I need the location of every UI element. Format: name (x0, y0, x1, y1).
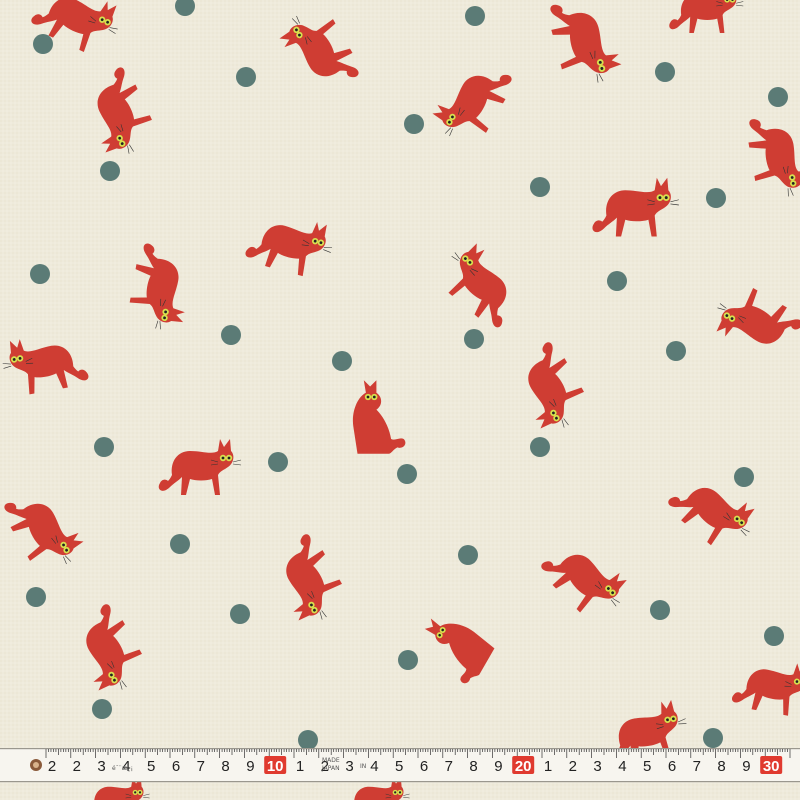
polka-dot (655, 62, 675, 82)
tape-number: 8 (717, 758, 725, 775)
fabric-photo: 2 2 3 4 5 6 7 8 9 10 1 2 3 4 5 6 7 8 9 20 1 2 3 4 5 6 7 8 9 30 é¯¨æ¸¡… (0, 0, 800, 800)
polka-dot (666, 341, 686, 361)
tape-made-label: MADE (322, 757, 340, 764)
tape-number: 20 (515, 758, 532, 775)
tape-number: 30 (763, 758, 780, 775)
polka-dot (768, 87, 788, 107)
tape-number: 5 (147, 758, 155, 775)
polka-dot (397, 464, 417, 484)
polka-dot (221, 325, 241, 345)
tape-japan-label: JAPAN (321, 765, 340, 772)
tape-number: 3 (593, 758, 601, 775)
polka-dot (92, 699, 112, 719)
tape-number: 2 (73, 758, 81, 775)
polka-dot (100, 161, 120, 181)
tape-number: 8 (221, 758, 229, 775)
polka-dot (332, 351, 352, 371)
tape-maker-label: é¯¨æ¸¡ (112, 765, 133, 772)
polka-dot (703, 728, 723, 748)
polka-dot (236, 67, 256, 87)
polka-dot (170, 534, 190, 554)
polka-dot (230, 604, 250, 624)
tape-number: 5 (643, 758, 651, 775)
tape-number: 6 (668, 758, 676, 775)
polka-dot (30, 264, 50, 284)
tape-number: 6 (420, 758, 428, 775)
polka-dot (26, 587, 46, 607)
tape-number: 7 (197, 758, 205, 775)
polka-dot (464, 329, 484, 349)
polka-dot (465, 6, 485, 26)
polka-dot (607, 271, 627, 291)
polka-dot (706, 188, 726, 208)
polka-dot (650, 600, 670, 620)
tape-number: 4 (370, 758, 378, 775)
polka-dot (458, 545, 478, 565)
polka-dot (94, 437, 114, 457)
tape-number: 7 (693, 758, 701, 775)
tape-number: 9 (742, 758, 750, 775)
measuring-tape: 2 2 3 4 5 6 7 8 9 10 1 2 3 4 5 6 7 8 9 20 1 2 3 4 5 6 7 8 9 30 é¯¨æ¸¡… (0, 748, 800, 783)
polka-dot (734, 467, 754, 487)
polka-dot (298, 730, 318, 750)
tape-number: 2 (569, 758, 577, 775)
polka-dot (530, 437, 550, 457)
tape-number: 2 (48, 758, 56, 775)
polka-dot (404, 114, 424, 134)
polka-dot (33, 34, 53, 54)
tape-number: 9 (246, 758, 254, 775)
tape-number: 1 (296, 758, 304, 775)
tape-in-label: IN (360, 763, 366, 770)
tape-number: 10 (267, 758, 284, 775)
tape-number: 3 (345, 758, 353, 775)
tape-number: 3 (97, 758, 105, 775)
tape-number: 6 (172, 758, 180, 775)
tape-number: 5 (395, 758, 403, 775)
tape-edge (0, 748, 800, 750)
tape-number: 7 (445, 758, 453, 775)
tape-edge (0, 781, 800, 783)
polka-dot (268, 452, 288, 472)
fabric-print-canvas: 2 2 3 4 5 6 7 8 9 10 1 2 3 4 5 6 7 8 9 20 1 2 3 4 5 6 7 8 9 30 é¯¨æ¸¡… (0, 0, 800, 800)
tape-number: 1 (544, 758, 552, 775)
polka-dot (764, 626, 784, 646)
tape-rivet (33, 762, 39, 768)
polka-dot (530, 177, 550, 197)
tape-number: 8 (469, 758, 477, 775)
tape-number: 4 (618, 758, 626, 775)
tape-number: 9 (494, 758, 502, 775)
polka-dot (398, 650, 418, 670)
